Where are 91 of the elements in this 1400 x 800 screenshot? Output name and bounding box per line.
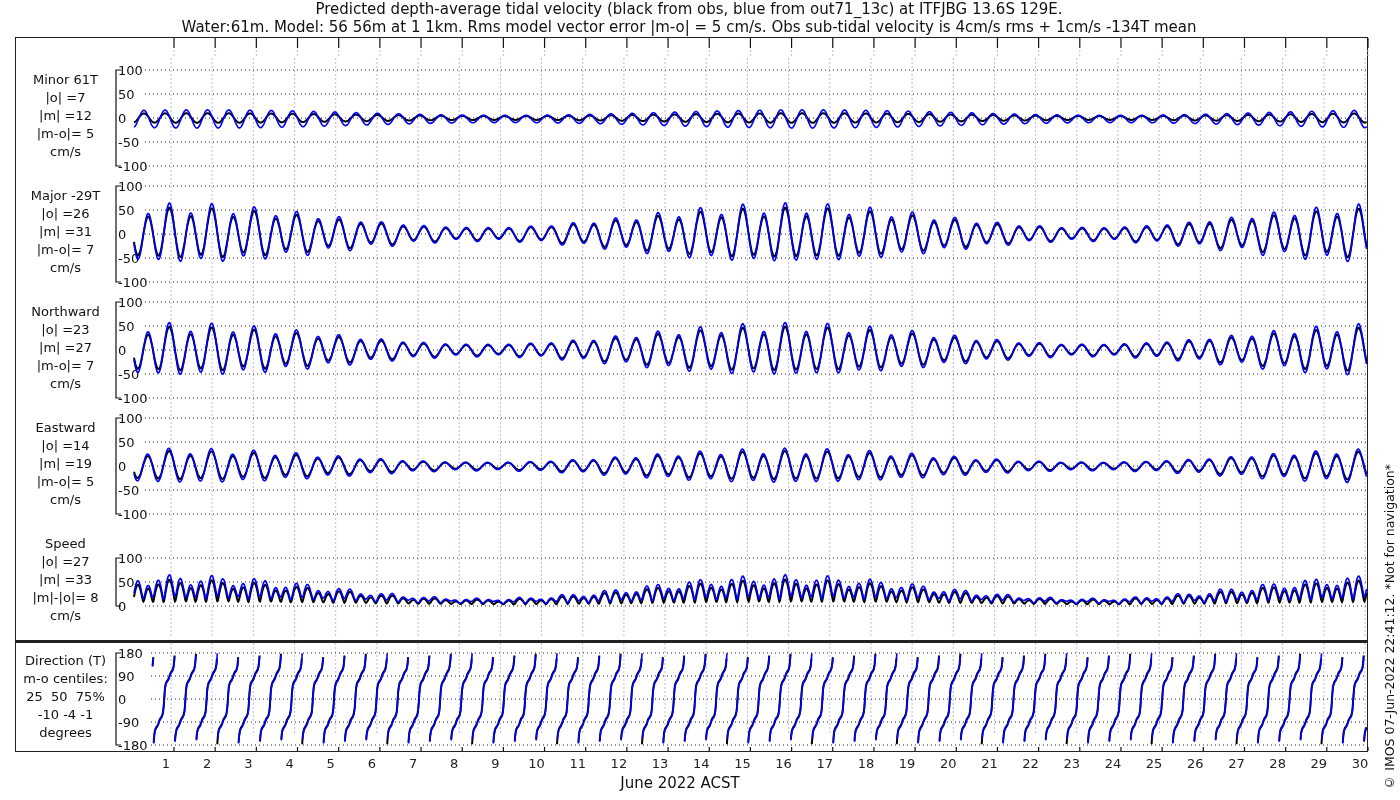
y-tick-label: -90	[118, 715, 140, 730]
x-tick-label: 23	[1063, 756, 1081, 771]
x-tick-label: 25	[1145, 756, 1163, 771]
y-tick-label: -100	[118, 159, 148, 174]
x-tick-label: 24	[1104, 756, 1122, 771]
y-tick-label: -50	[118, 367, 140, 382]
panel-label: -10 -4 -1	[37, 706, 94, 724]
panel-label: Eastward	[35, 419, 96, 437]
panel-label: Minor 61T	[33, 71, 98, 89]
panel-label: Direction (T)	[25, 652, 106, 670]
y-tick-label: 50	[118, 575, 135, 590]
y-tick-label: -100	[118, 391, 148, 406]
panel-label: 25 50 75%	[26, 688, 105, 706]
panel-label: |m| =31	[39, 223, 92, 241]
panel-label: |o| =26	[41, 205, 90, 223]
panel-label: |m-o|= 7	[36, 241, 95, 259]
panel-label: |m| =12	[39, 107, 92, 125]
y-tick-label: 50	[118, 319, 135, 334]
y-tick-label: 50	[118, 87, 135, 102]
y-tick-label: 0	[118, 459, 127, 474]
x-tick-label: 28	[1269, 756, 1286, 771]
y-tick-label: -100	[118, 275, 148, 290]
y-tick-label: 100	[118, 63, 143, 78]
x-tick-label: 1	[161, 756, 171, 771]
y-tick-label: -50	[118, 135, 140, 150]
panel-label: cm/s	[50, 259, 81, 277]
y-tick-label: 0	[118, 692, 127, 707]
panel-label: degrees	[39, 724, 92, 742]
x-tick-label: 22	[1022, 756, 1039, 771]
y-tick-label: 100	[118, 295, 143, 310]
panel-label: |m-o|= 7	[36, 357, 95, 375]
y-tick-label: 0	[118, 343, 127, 358]
panel-label: m-o centiles:	[23, 670, 108, 688]
x-tick-label: 20	[940, 756, 957, 771]
chart-title: Predicted depth-average tidal velocity (black from obs, blue from out71_13c) at ITFJBG 13.6S 129E.	[315, 0, 1063, 18]
x-tick-label: 12	[610, 756, 628, 771]
x-tick-label: 10	[528, 756, 545, 771]
x-tick-label: 21	[981, 756, 998, 771]
x-tick-label: 18	[857, 756, 875, 771]
y-tick-label: 0	[118, 599, 127, 614]
x-tick-label: 30	[1351, 756, 1369, 771]
x-tick-label: 16	[775, 756, 792, 771]
x-tick-label: 29	[1310, 756, 1328, 771]
panel-label: |o| =7	[45, 89, 86, 107]
chart-title: Water:61m. Model: 56 56m at 1 1km. Rms model vector error |m-o| = 5 cm/s. Obs sub-tidal velocity is 4cm/s rms + 1cm/s -134T mean	[181, 18, 1197, 36]
panel-label: |m| =27	[39, 339, 92, 357]
x-tick-label: 15	[734, 756, 751, 771]
y-tick-label: 100	[118, 179, 143, 194]
panel-label: Speed	[45, 535, 86, 553]
panel-label: |m| =33	[39, 571, 92, 589]
x-tick-label: 2	[203, 756, 212, 771]
y-tick-label: 50	[118, 203, 135, 218]
x-tick-label: 13	[651, 756, 669, 771]
panel-label: |m|-|o|= 8	[32, 589, 99, 607]
x-tick-label: 27	[1228, 756, 1245, 771]
panel-label: Major -29T	[30, 187, 101, 205]
panel-label: cm/s	[50, 607, 81, 625]
y-tick-label: 100	[118, 411, 143, 426]
x-tick-label: 4	[285, 756, 294, 771]
y-tick-label: 100	[118, 551, 143, 566]
x-tick-label: 11	[569, 756, 586, 771]
copyright-note: © IMOS 07-Jun-2022 22:41:12. *Not for navigation*	[1381, 464, 1397, 790]
x-tick-label: 7	[408, 756, 418, 771]
y-tick-label: 90	[118, 669, 135, 684]
x-tick-label: 6	[367, 756, 376, 771]
x-tick-label: 26	[1187, 756, 1204, 771]
panel-label: cm/s	[50, 143, 81, 161]
y-tick-label: 50	[118, 435, 135, 450]
y-tick-label: 180	[118, 646, 143, 661]
panel-label: |o| =14	[41, 437, 90, 455]
y-tick-label: 0	[118, 111, 127, 126]
x-tick-label: 5	[326, 756, 335, 771]
y-tick-label: 0	[118, 227, 127, 242]
panel-label: |m-o|= 5	[36, 473, 95, 491]
x-tick-label: 8	[450, 756, 459, 771]
panel-label: Northward	[31, 303, 100, 321]
panel-label: |o| =23	[41, 321, 90, 339]
y-tick-label: -50	[118, 483, 140, 498]
x-tick-label: 3	[244, 756, 253, 771]
x-tick-label: 17	[816, 756, 833, 771]
x-tick-label: 19	[898, 756, 916, 771]
x-axis-label: June 2022 ACST	[620, 774, 740, 792]
panel-label: |m-o|= 5	[36, 125, 95, 143]
panel-label: cm/s	[50, 491, 81, 509]
panel-label: |m| =19	[39, 455, 92, 473]
panel-label: cm/s	[50, 375, 81, 393]
y-tick-label: -180	[118, 738, 148, 753]
y-tick-label: -100	[118, 507, 148, 522]
x-tick-label: 9	[491, 756, 500, 771]
panel-label: |o| =27	[41, 553, 90, 571]
x-tick-label: 14	[692, 756, 710, 771]
